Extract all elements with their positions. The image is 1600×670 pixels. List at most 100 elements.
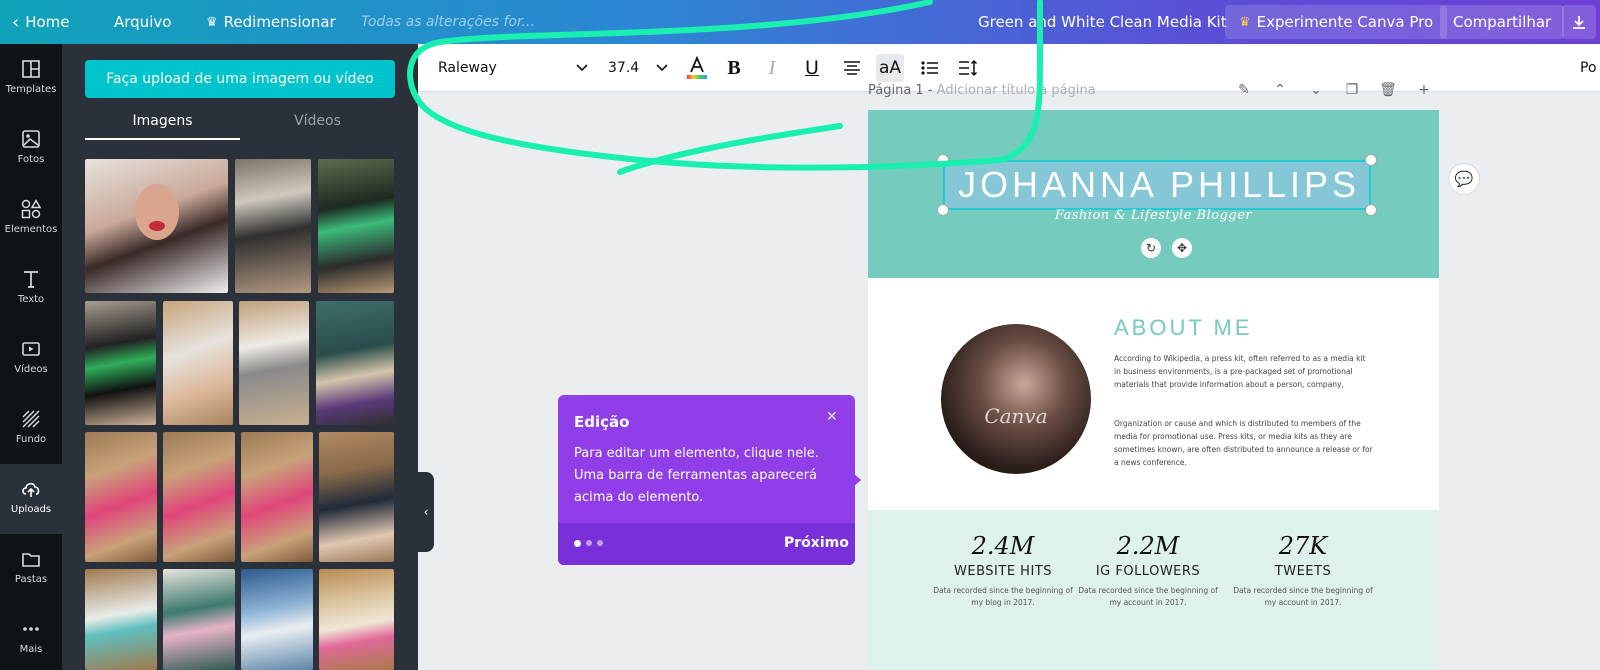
- rail-item-elements[interactable]: Elementos: [0, 184, 62, 254]
- underline-button[interactable]: U: [798, 54, 826, 82]
- page-notes-icon[interactable]: ✎: [1235, 82, 1253, 98]
- rail-label: Pastas: [14, 574, 48, 585]
- more-icon: [23, 627, 39, 631]
- tooltip-body: Para editar um elemento, clique nele. Um…: [574, 446, 819, 505]
- page-title-input[interactable]: Adicionar título à página: [937, 83, 1096, 98]
- comment-icon: 💬: [1454, 170, 1474, 188]
- bullet-list-icon: [921, 61, 938, 75]
- rail-item-text[interactable]: Texto: [0, 254, 62, 324]
- stat-tweets[interactable]: 27K TWEETS Data recorded since the begin…: [1233, 532, 1373, 609]
- try-pro-label: Experimente Canva Pro: [1256, 13, 1434, 31]
- upload-thumbnail[interactable]: [316, 301, 394, 425]
- position-button[interactable]: Po: [1580, 54, 1597, 82]
- tooltip-footer: Próximo: [558, 523, 855, 565]
- spacing-button[interactable]: [954, 54, 982, 82]
- upload-thumbnail[interactable]: [85, 159, 228, 293]
- step-dot-active: [574, 539, 581, 547]
- name-heading[interactable]: JOHANNA PHILLIPS: [945, 162, 1373, 208]
- duplicate-page-icon[interactable]: ❐: [1343, 82, 1361, 98]
- upload-thumbnail[interactable]: [241, 432, 313, 562]
- document-title[interactable]: Green and White Clean Media Kit: [978, 0, 1227, 44]
- rotate-handle[interactable]: ↻: [1141, 238, 1161, 258]
- try-pro-button[interactable]: ♛ Experimente Canva Pro: [1225, 5, 1448, 39]
- close-icon[interactable]: ✕: [826, 409, 838, 425]
- italic-button[interactable]: I: [758, 54, 786, 82]
- download-icon: [1573, 16, 1585, 29]
- move-icon: ✥: [1176, 241, 1188, 255]
- stat-number: 2.2M: [1116, 532, 1180, 560]
- chevron-up-icon[interactable]: ⌃: [1271, 82, 1289, 98]
- text-color-button[interactable]: [683, 54, 711, 82]
- rail-item-videos[interactable]: Vídeos: [0, 324, 62, 394]
- file-menu-button[interactable]: Arquivo: [114, 0, 171, 44]
- thumb-face: [135, 184, 179, 240]
- upload-thumbnail[interactable]: [85, 569, 157, 670]
- rail-item-folders[interactable]: Pastas: [0, 534, 62, 604]
- rail-label: Fotos: [17, 154, 45, 165]
- subtitle-text[interactable]: Fashion & Lifestyle Blogger: [868, 208, 1439, 223]
- upload-thumbnail[interactable]: [163, 569, 235, 670]
- watermark: Canva: [984, 404, 1048, 428]
- save-status: Todas as alterações for...: [361, 14, 535, 30]
- about-heading[interactable]: ABOUT ME: [1114, 315, 1253, 341]
- font-family-dropdown[interactable]: Raleway: [438, 54, 588, 82]
- upload-thumbnail[interactable]: [319, 432, 394, 562]
- selected-text-box[interactable]: JOHANNA PHILLIPS: [943, 160, 1371, 210]
- rail-item-more[interactable]: Mais: [0, 604, 62, 670]
- add-page-icon[interactable]: +: [1415, 82, 1433, 98]
- upload-thumbnail[interactable]: [239, 301, 309, 425]
- align-center-button[interactable]: [838, 54, 866, 82]
- rail-item-background[interactable]: Fundo: [0, 394, 62, 464]
- step-indicator: [574, 539, 603, 547]
- rail-item-templates[interactable]: Templates: [0, 44, 62, 114]
- about-paragraph-2[interactable]: Organization or cause and which is distr…: [1114, 417, 1374, 469]
- upload-media-button[interactable]: Faça upload de uma imagem ou vídeo: [85, 60, 395, 98]
- upload-thumbnail[interactable]: [318, 159, 394, 293]
- stat-number: 27K: [1278, 532, 1328, 560]
- home-button[interactable]: ‹ Home: [12, 0, 70, 44]
- profile-photo[interactable]: Canva: [941, 324, 1091, 474]
- upload-thumbnail[interactable]: [319, 569, 394, 670]
- crown-icon: ♛: [1239, 14, 1251, 30]
- resize-button[interactable]: ♛ Redimensionar: [206, 0, 336, 44]
- move-handle[interactable]: ✥: [1172, 238, 1192, 258]
- chevron-left-icon: ‹: [423, 505, 429, 519]
- stat-note: Data recorded since the beginning of my …: [1078, 586, 1218, 607]
- upload-thumbnail[interactable]: [163, 301, 233, 425]
- cloud-upload-icon: [22, 482, 40, 497]
- tab-videos[interactable]: Vídeos: [240, 106, 395, 140]
- upload-thumbnail[interactable]: [241, 569, 313, 670]
- list-button[interactable]: [916, 54, 944, 82]
- font-size-dropdown[interactable]: 37.4: [608, 54, 668, 82]
- rail-label: Uploads: [10, 504, 52, 515]
- rail-label: Vídeos: [14, 364, 48, 375]
- letter-case-button[interactable]: aA: [876, 54, 904, 82]
- design-page[interactable]: JOHANNA PHILLIPS Fashion & Lifestyle Blo…: [868, 110, 1439, 670]
- step-dot: [586, 540, 592, 546]
- comment-button[interactable]: 💬: [1448, 163, 1480, 195]
- upload-thumbnail[interactable]: [163, 432, 235, 562]
- upload-thumbnail[interactable]: [85, 301, 156, 425]
- stat-ig-followers[interactable]: 2.2M IG FOLLOWERS Data recorded since th…: [1078, 532, 1218, 609]
- next-button[interactable]: Próximo: [784, 535, 849, 551]
- download-button[interactable]: [1562, 5, 1596, 39]
- about-paragraph-1[interactable]: According to Wikipedia, a press kit, oft…: [1114, 352, 1374, 391]
- photo-icon: [22, 130, 40, 148]
- tab-images[interactable]: Imagens: [85, 106, 240, 140]
- share-button[interactable]: Compartilhar: [1440, 5, 1565, 39]
- resize-handle-tr[interactable]: [1365, 154, 1377, 166]
- upload-thumbnail[interactable]: [85, 432, 157, 562]
- bold-button[interactable]: B: [720, 54, 748, 82]
- background-icon: [22, 410, 40, 428]
- stat-website-hits[interactable]: 2.4M WEBSITE HITS Data recorded since th…: [933, 532, 1073, 609]
- collapse-panel-handle[interactable]: ‹: [418, 472, 434, 552]
- onboarding-tooltip: Edição ✕ Para editar um elemento, clique…: [558, 395, 855, 565]
- rail-item-photos[interactable]: Fotos: [0, 114, 62, 184]
- trash-icon[interactable]: 🗑: [1379, 82, 1397, 98]
- shapes-icon: [21, 198, 42, 219]
- chevron-down-icon[interactable]: ⌄: [1307, 82, 1325, 98]
- rail-item-uploads[interactable]: Uploads: [0, 464, 62, 534]
- resize-handle-tl[interactable]: [937, 154, 949, 166]
- stats-band: 2.4M WEBSITE HITS Data recorded since th…: [868, 510, 1439, 670]
- upload-thumbnail[interactable]: [235, 159, 311, 293]
